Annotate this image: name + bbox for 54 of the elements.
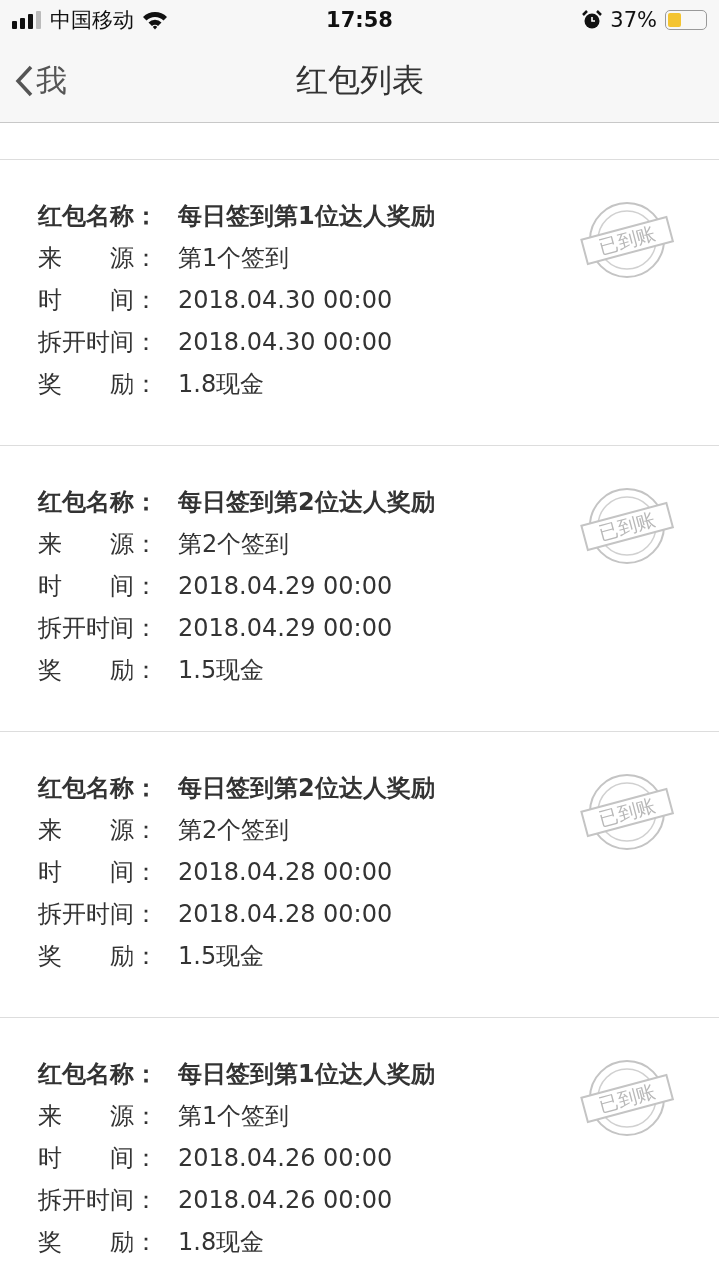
field-value: 每日签到第2位达人奖励 [178,487,435,518]
field-value: 1.5现金 [178,941,265,972]
field-label: 时 间： [38,571,159,602]
field-label: 来 源： [38,815,159,846]
received-stamp: 已到账 [579,200,675,280]
field-label: 拆开时间： [38,327,159,358]
field-value: 第2个签到 [178,529,290,560]
page-title: 红包列表 [295,60,424,101]
clock-time: 17:58 [326,8,393,32]
field-value: 2018.04.26 00:00 [178,1143,393,1174]
field-label: 拆开时间： [38,1185,159,1216]
field-label: 奖 励： [38,369,159,400]
field-value: 2018.04.26 00:00 [178,1185,393,1216]
carrier-name: 中国移动 [50,7,134,34]
field-value: 2018.04.28 00:00 [178,899,393,930]
back-chevron-icon [14,65,34,97]
field-value: 2018.04.29 00:00 [178,571,393,602]
field-value: 每日签到第1位达人奖励 [178,1059,435,1090]
alarm-icon [582,10,603,30]
field-value: 1.8现金 [178,1227,265,1258]
field-label: 拆开时间： [38,899,159,930]
field-label: 来 源： [38,243,159,274]
battery-icon [665,10,707,30]
received-stamp: 已到账 [579,1058,675,1138]
back-button[interactable]: 我 [0,59,73,103]
field-label: 红包名称： [38,487,159,518]
field-value: 1.5现金 [178,655,265,686]
field-label: 拆开时间： [38,613,159,644]
field-label: 来 源： [38,1101,159,1132]
field-label: 来 源： [38,529,159,560]
field-value: 第1个签到 [178,243,290,274]
field-value: 2018.04.30 00:00 [178,327,393,358]
field-label: 奖 励： [38,655,159,686]
field-label: 红包名称： [38,1059,159,1090]
field-value: 2018.04.30 00:00 [178,285,393,316]
field-value: 第2个签到 [178,815,290,846]
signal-icon [12,11,42,29]
field-label: 时 间： [38,1143,159,1174]
field-label: 奖 励： [38,1227,159,1258]
received-stamp: 已到账 [579,486,675,566]
field-value: 每日签到第1位达人奖励 [178,201,435,232]
field-label: 奖 励： [38,941,159,972]
battery-percent: 37% [610,8,657,32]
field-value: 2018.04.29 00:00 [178,613,393,644]
field-value: 每日签到第2位达人奖励 [178,773,435,804]
received-stamp: 已到账 [579,772,675,852]
field-value: 第1个签到 [178,1101,290,1132]
field-label: 红包名称： [38,201,159,232]
field-value: 2018.04.28 00:00 [178,857,393,888]
field-label: 时 间： [38,857,159,888]
field-label: 时 间： [38,285,159,316]
field-label: 红包名称： [38,773,159,804]
field-value: 1.8现金 [178,369,265,400]
wifi-icon [142,10,168,30]
